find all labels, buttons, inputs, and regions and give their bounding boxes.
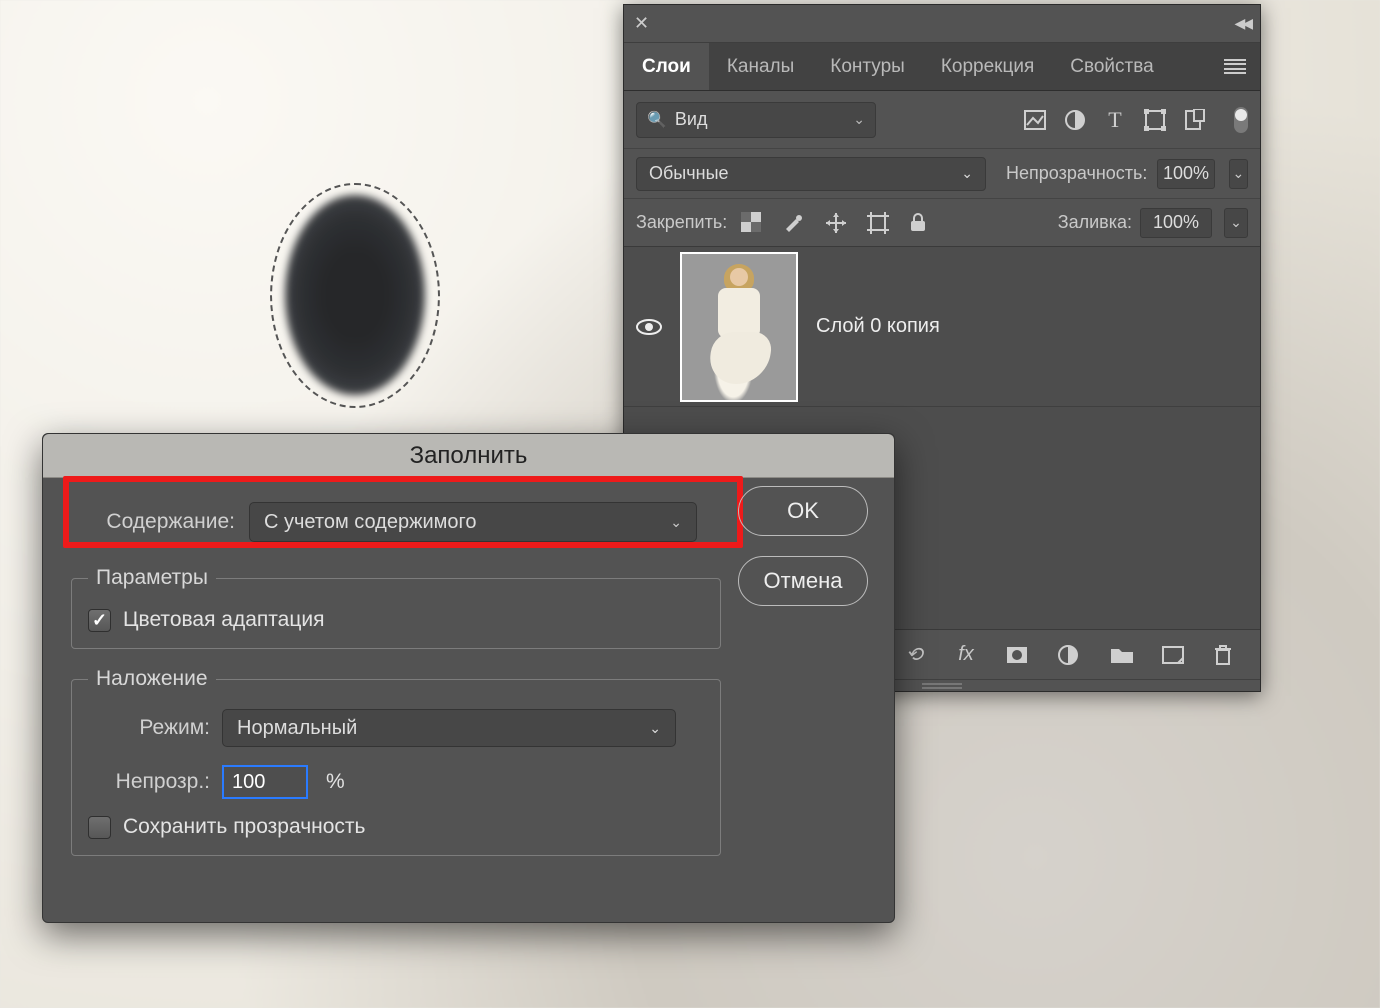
opacity-chevron[interactable]: ⌄ <box>1229 159 1248 189</box>
opacity-label: Непрозрачность: <box>1006 163 1147 184</box>
chevron-down-icon: ⌄ <box>1230 214 1242 231</box>
parameters-legend: Параметры <box>88 566 216 590</box>
blend-mode-select[interactable]: Обычные ⌄ <box>636 157 986 191</box>
tab-properties[interactable]: Свойства <box>1052 43 1171 90</box>
image-icon[interactable] <box>1024 110 1046 130</box>
panel-header[interactable]: ✕ ◀◀ <box>624 5 1260 43</box>
fx-icon[interactable]: fx <box>954 643 978 666</box>
newlayer-icon[interactable] <box>1162 646 1186 664</box>
mask-icon[interactable] <box>1006 646 1030 664</box>
cancel-button[interactable]: Отмена <box>738 556 868 606</box>
layer-row[interactable]: Слой 0 копия <box>624 247 1260 407</box>
filter-icons: T <box>1024 107 1248 133</box>
color-adaptation-checkbox[interactable] <box>88 609 111 632</box>
dialog-title[interactable]: Заполнить <box>43 434 894 478</box>
fill-chevron[interactable]: ⌄ <box>1224 208 1248 238</box>
mode-label: Режим: <box>88 716 210 740</box>
chevron-down-icon: ⌄ <box>1232 165 1244 182</box>
percent-label: % <box>326 770 345 794</box>
layer-filter-select[interactable]: 🔍 Вид ⌄ <box>636 102 876 138</box>
tab-layers[interactable]: Слои <box>624 43 709 90</box>
fill-value[interactable]: 100% <box>1140 208 1212 238</box>
parameters-fieldset: Параметры Цветовая адаптация <box>71 566 721 649</box>
lock-row: Закрепить: Заливка: 100% ⌄ <box>624 199 1260 247</box>
pixels-lock-icon[interactable] <box>741 212 763 234</box>
filter-label: Вид <box>675 109 708 130</box>
fill-label: Заливка: <box>1058 212 1132 233</box>
type-icon[interactable]: T <box>1104 107 1126 133</box>
group-icon[interactable] <box>1110 646 1134 664</box>
tab-paths[interactable]: Контуры <box>812 43 923 90</box>
link-icon[interactable]: ⟲ <box>902 642 926 667</box>
tab-label: Контуры <box>830 56 905 78</box>
opacity-input[interactable] <box>222 765 308 799</box>
blending-legend: Наложение <box>88 667 216 691</box>
tab-label: Коррекция <box>941 56 1034 78</box>
chevron-down-icon: ⌄ <box>649 720 661 737</box>
mode-select[interactable]: Нормальный ⌄ <box>222 709 676 747</box>
lock-icons <box>741 212 931 234</box>
ok-button[interactable]: OK <box>738 486 868 536</box>
lock-label: Закрепить: <box>636 212 727 233</box>
collapse-icon[interactable]: ◀◀ <box>1234 15 1250 32</box>
filter-toggle[interactable] <box>1234 107 1248 133</box>
blend-mode-value: Обычные <box>649 163 729 184</box>
color-adaptation-label: Цветовая адаптация <box>123 608 324 632</box>
selection-marquee <box>270 183 440 408</box>
filter-row: 🔍 Вид ⌄ T <box>624 91 1260 149</box>
tab-label: Свойства <box>1070 56 1153 78</box>
brush-lock-icon[interactable] <box>783 212 805 234</box>
blend-row: Обычные ⌄ Непрозрачность: 100% ⌄ <box>624 149 1260 199</box>
close-icon[interactable]: ✕ <box>634 13 649 34</box>
visibility-icon[interactable] <box>636 318 662 336</box>
tab-adjustments[interactable]: Коррекция <box>923 43 1052 90</box>
adjustment-icon[interactable] <box>1064 109 1086 131</box>
shape-icon[interactable] <box>1144 109 1166 131</box>
mode-value: Нормальный <box>237 717 357 740</box>
tab-label: Слои <box>642 56 691 78</box>
trash-icon[interactable] <box>1214 644 1238 666</box>
smartobject-icon[interactable] <box>1184 109 1206 131</box>
all-lock-icon[interactable] <box>909 212 931 234</box>
panel-menu-button[interactable] <box>1210 43 1260 90</box>
adjustlayer-icon[interactable] <box>1058 645 1082 665</box>
opacity-value[interactable]: 100% <box>1157 159 1214 189</box>
menu-icon <box>1224 59 1246 75</box>
fill-dialog: Заполнить Содержание: С учетом содержимо… <box>42 433 895 923</box>
position-lock-icon[interactable] <box>825 212 847 234</box>
preserve-transparency-label: Сохранить прозрачность <box>123 815 365 839</box>
layer-name[interactable]: Слой 0 копия <box>816 315 940 338</box>
preserve-transparency-checkbox[interactable] <box>88 816 111 839</box>
search-icon: 🔍 <box>647 110 667 130</box>
chevron-down-icon: ⌄ <box>961 165 973 182</box>
tab-channels[interactable]: Каналы <box>709 43 812 90</box>
blending-fieldset: Наложение Режим: Нормальный ⌄ Непрозр.: … <box>71 667 721 856</box>
highlight-annotation <box>63 476 743 548</box>
chevron-down-icon: ⌄ <box>853 111 865 128</box>
panel-tabs: Слои Каналы Контуры Коррекция Свойства <box>624 43 1260 91</box>
artboard-lock-icon[interactable] <box>867 212 889 234</box>
opacity-label: Непрозр.: <box>88 770 210 794</box>
layer-thumbnail[interactable] <box>680 252 798 402</box>
tab-label: Каналы <box>727 56 794 78</box>
